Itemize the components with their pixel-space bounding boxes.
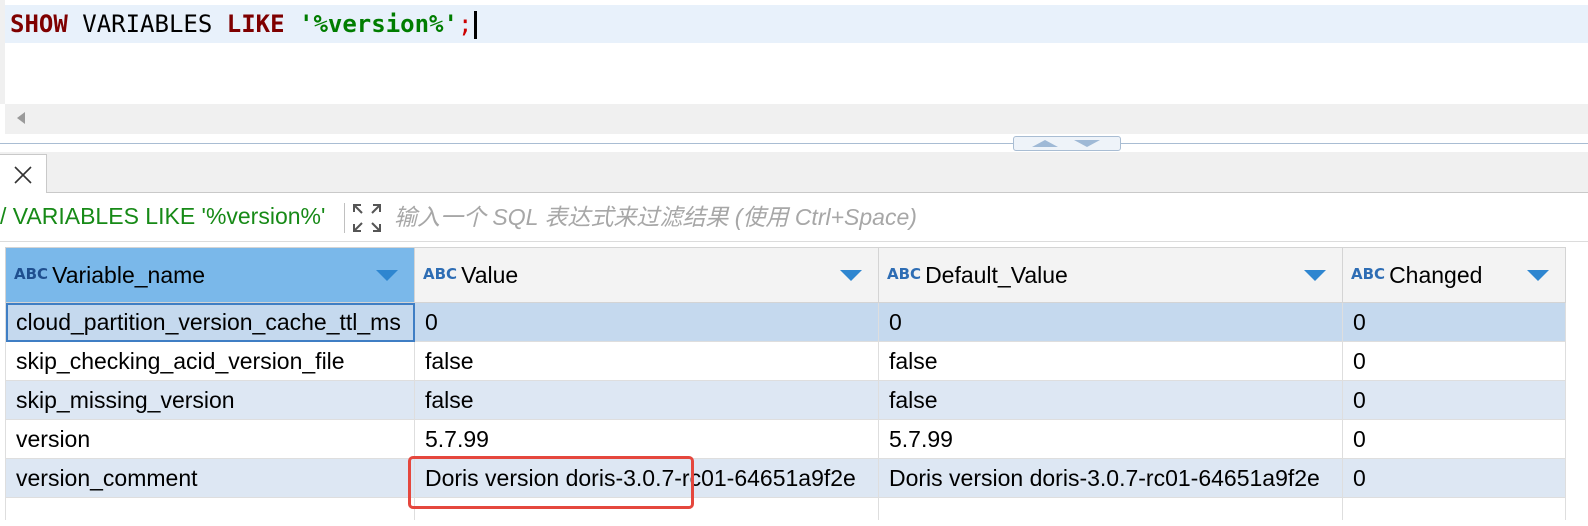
table-cell[interactable]: 0 xyxy=(1342,302,1566,342)
filter-bar: / VARIABLES LIKE '%version%' xyxy=(0,193,1588,242)
results-table: ABC Variable_name ABC Value ABC Default_Val… xyxy=(5,247,1566,520)
table-cell[interactable]: false xyxy=(414,341,879,381)
table-cell[interactable]: false xyxy=(878,341,1343,381)
minimize-down-arrow-icon[interactable] xyxy=(1074,140,1100,147)
table-cell[interactable]: Doris version doris-3.0.7-rc01-64651a9f2… xyxy=(414,458,879,498)
query-label: / VARIABLES LIKE '%version%' xyxy=(0,203,326,229)
scroll-left-arrow-icon[interactable] xyxy=(17,112,25,124)
filter-separator xyxy=(344,203,345,233)
sql-keyword-like: LIKE xyxy=(226,10,285,38)
column-header-variable-name[interactable]: ABC Variable_name xyxy=(5,247,415,303)
empty-cell xyxy=(1342,497,1566,520)
text-caret xyxy=(474,11,478,39)
table-cell[interactable]: version xyxy=(5,419,415,459)
table-cell[interactable]: skip_checking_acid_version_file xyxy=(5,341,415,381)
table-row[interactable]: version 5.7.99 5.7.99 0 xyxy=(5,419,1566,459)
table-cell[interactable]: cloud_partition_version_cache_ttl_ms xyxy=(5,302,415,342)
panel-splitter[interactable] xyxy=(0,134,1588,152)
maximize-up-arrow-icon[interactable] xyxy=(1032,140,1058,147)
header-row: ABC Variable_name ABC Value ABC Default_Val… xyxy=(5,247,1566,303)
table-cell[interactable]: 0 xyxy=(1342,419,1566,459)
sql-keyword-show: SHOW xyxy=(10,10,68,38)
table-cell[interactable]: 0 xyxy=(414,302,879,342)
string-type-icon: ABC xyxy=(14,264,49,283)
table-cell[interactable]: false xyxy=(878,380,1343,420)
column-label: Changed xyxy=(1389,261,1483,288)
column-header-changed[interactable]: ABC Changed xyxy=(1342,247,1566,303)
column-label: Variable_name xyxy=(52,261,206,288)
results-tab-strip xyxy=(0,152,1588,193)
sql-editor[interactable]: SHOW VARIABLES LIKE '%version%'; xyxy=(0,0,1588,104)
filter-input[interactable] xyxy=(392,199,1576,235)
table-cell[interactable]: skip_missing_version xyxy=(5,380,415,420)
table-cell[interactable]: 0 xyxy=(1342,458,1566,498)
sql-string-literal: '%version%' xyxy=(299,10,458,38)
splitter-line xyxy=(0,143,1588,144)
column-header-default-value[interactable]: ABC Default_Value xyxy=(878,247,1343,303)
results-grid: ABC Variable_name ABC Value ABC Default_Val… xyxy=(5,247,1588,520)
string-type-icon: ABC xyxy=(887,264,922,283)
table-cell[interactable]: 5.7.99 xyxy=(878,419,1343,459)
column-label: Value xyxy=(461,261,519,288)
string-type-icon: ABC xyxy=(423,264,458,283)
table-row[interactable]: version_comment Doris version doris-3.0.… xyxy=(5,458,1566,498)
table-row[interactable]: skip_checking_acid_version_file false fa… xyxy=(5,341,1566,381)
editor-horizontal-scrollbar[interactable] xyxy=(5,104,1588,134)
sort-dropdown-icon[interactable] xyxy=(376,270,398,281)
expand-icon[interactable] xyxy=(352,203,382,233)
sql-space xyxy=(285,10,299,38)
empty-cell xyxy=(5,497,415,520)
table-cell[interactable]: 0 xyxy=(1342,380,1566,420)
editor-current-line[interactable]: SHOW VARIABLES LIKE '%version%'; xyxy=(5,5,1588,43)
table-cell[interactable]: 5.7.99 xyxy=(414,419,879,459)
sort-dropdown-icon[interactable] xyxy=(1304,270,1326,281)
splitter-handle[interactable] xyxy=(1013,136,1121,151)
empty-row xyxy=(5,497,1566,520)
sql-semicolon: ; xyxy=(457,10,473,38)
sort-dropdown-icon[interactable] xyxy=(1527,270,1549,281)
column-label: Default_Value xyxy=(925,261,1068,288)
table-cell[interactable]: Doris version doris-3.0.7-rc01-64651a9f2… xyxy=(878,458,1343,498)
column-header-value[interactable]: ABC Value xyxy=(414,247,879,303)
table-row[interactable]: skip_missing_version false false 0 xyxy=(5,380,1566,420)
string-type-icon: ABC xyxy=(1351,264,1386,283)
results-tab[interactable] xyxy=(0,154,47,193)
close-icon[interactable] xyxy=(13,165,33,185)
table-cell[interactable]: 0 xyxy=(1342,341,1566,381)
table-row[interactable]: cloud_partition_version_cache_ttl_ms 0 0… xyxy=(5,302,1566,342)
table-cell[interactable]: false xyxy=(414,380,879,420)
empty-cell xyxy=(878,497,1343,520)
table-cell[interactable]: 0 xyxy=(878,302,1343,342)
empty-cell xyxy=(414,497,879,520)
sql-text-variables: VARIABLES xyxy=(67,10,227,38)
sort-dropdown-icon[interactable] xyxy=(840,270,862,281)
table-cell[interactable]: version_comment xyxy=(5,458,415,498)
